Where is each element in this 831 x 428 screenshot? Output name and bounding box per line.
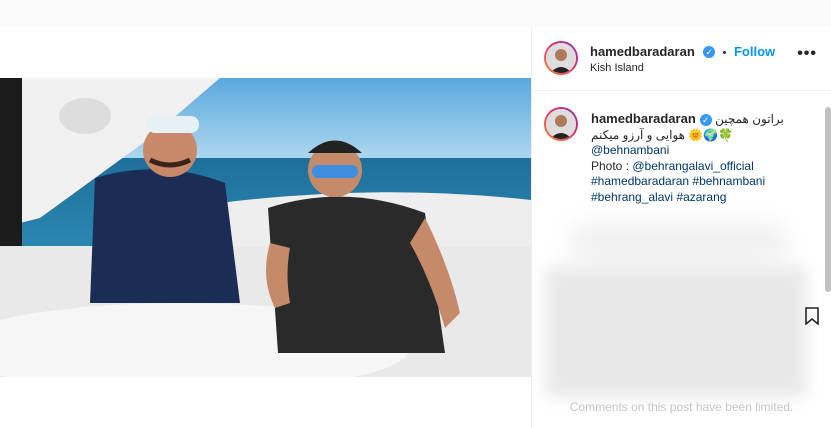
avatar-photo-icon bbox=[546, 43, 576, 73]
photo-scene bbox=[0, 78, 531, 377]
blurred-panel bbox=[546, 267, 806, 397]
hashtag-links[interactable]: #behrang_alavi #azarang bbox=[591, 190, 821, 206]
caption-username[interactable]: hamedbaradaran bbox=[591, 111, 696, 126]
follow-button[interactable]: Follow bbox=[734, 44, 775, 59]
post-photo[interactable] bbox=[0, 78, 531, 377]
mention-link[interactable]: @behnambani bbox=[591, 143, 821, 159]
avatar-photo-icon bbox=[546, 109, 576, 139]
top-bar bbox=[0, 0, 831, 28]
caption-line-1: براتون همچین bbox=[715, 112, 784, 126]
blurred-overlay bbox=[568, 222, 788, 267]
location-link[interactable]: Kish Island bbox=[590, 62, 644, 74]
avatar-image bbox=[546, 43, 576, 73]
post-media-area bbox=[0, 27, 532, 428]
more-options-icon[interactable]: ••• bbox=[797, 45, 817, 63]
caption-avatar[interactable] bbox=[544, 107, 578, 141]
mention-link[interactable]: @behrangalavi_official bbox=[632, 159, 753, 173]
post-sidebar: hamedbaradaran ✓ • Follow Kish Island ••… bbox=[532, 27, 831, 428]
photo-credit-label: Photo : bbox=[591, 158, 633, 173]
separator-dot: • bbox=[722, 47, 727, 59]
post-header: hamedbaradaran ✓ • Follow Kish Island ••… bbox=[532, 27, 831, 91]
scrollbar[interactable] bbox=[825, 107, 831, 292]
avatar[interactable] bbox=[544, 41, 578, 75]
caption-line-2: هوایی و آرزو میکنم 🌞🌍🍀 bbox=[591, 127, 734, 142]
username-link[interactable]: hamedbaradaran bbox=[590, 44, 695, 59]
bookmark-icon[interactable] bbox=[805, 307, 819, 329]
verified-badge-icon: ✓ bbox=[703, 45, 716, 58]
caption-avatar-image bbox=[546, 109, 576, 139]
hashtag-links[interactable]: #hamedbaradaran #behnambani bbox=[591, 174, 821, 190]
caption-text: hamedbaradaran ✓ براتون همچین هوایی و آرز… bbox=[591, 111, 821, 205]
verified-badge-icon: ✓ bbox=[699, 113, 712, 126]
comments-limited-notice: Comments on this post have been limited. bbox=[569, 400, 794, 414]
